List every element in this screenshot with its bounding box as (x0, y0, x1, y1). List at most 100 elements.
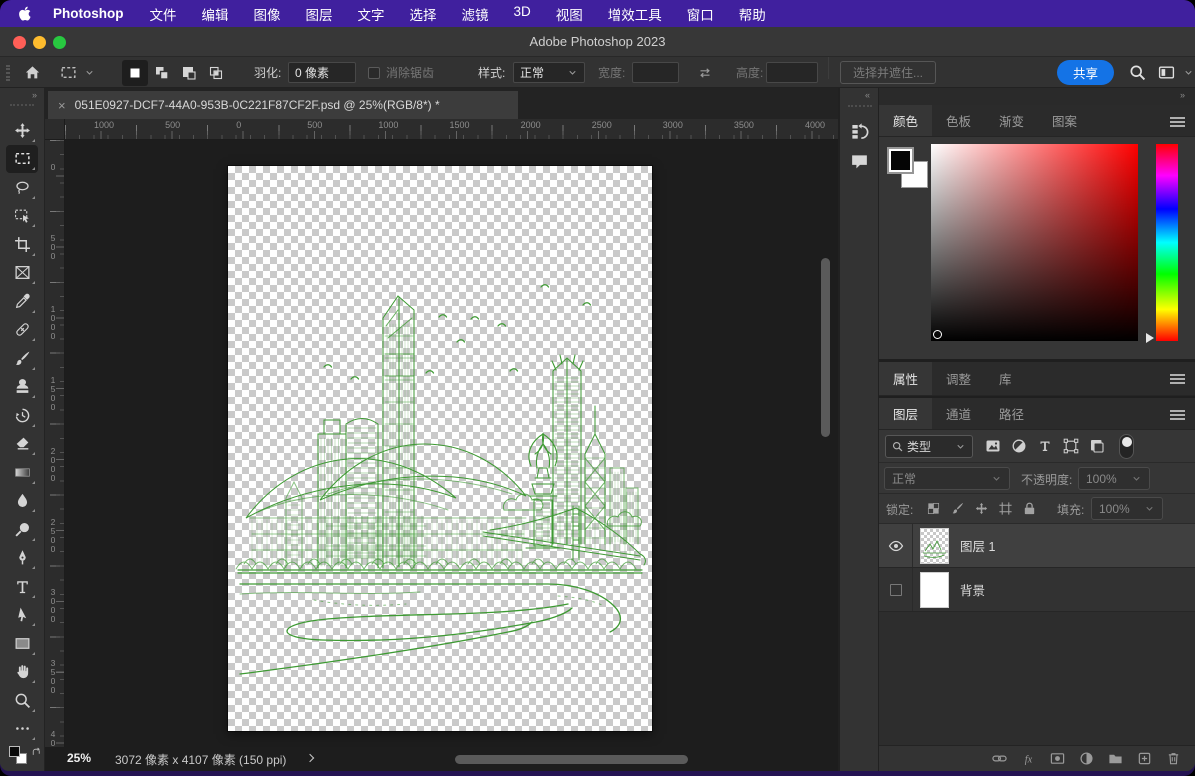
layers-tab-通道[interactable]: 通道 (932, 398, 985, 429)
add-mask-button[interactable] (1050, 751, 1065, 766)
comment-panel-button[interactable] (846, 148, 872, 174)
swap-colors-icon[interactable] (31, 747, 43, 759)
tools-grip[interactable] (10, 104, 34, 106)
tool-preset-chevron[interactable] (84, 57, 95, 88)
feather-input[interactable]: 0 像素 (288, 62, 356, 83)
properties-tab-属性[interactable]: 属性 (879, 362, 932, 395)
menu-item-4[interactable]: 文字 (358, 4, 385, 24)
tool-zoom[interactable] (6, 686, 38, 715)
layer-visibility-checkbox[interactable] (879, 568, 913, 611)
layer-row[interactable]: 背景 (879, 568, 1195, 612)
tool-path-selection[interactable] (6, 601, 38, 630)
tool-lasso[interactable] (6, 173, 38, 202)
tool-gradient[interactable] (6, 458, 38, 487)
tool-rectangular-marquee[interactable] (6, 145, 38, 174)
add-to-selection-button[interactable] (149, 60, 175, 86)
layer-effects-button[interactable]: fx (1021, 751, 1036, 766)
layer-filter-switch[interactable] (1119, 434, 1134, 459)
menu-item-3[interactable]: 图层 (306, 4, 333, 24)
layers-tab-路径[interactable]: 路径 (985, 398, 1038, 429)
fill-select[interactable]: 100% (1091, 497, 1163, 520)
tool-crop[interactable] (6, 230, 38, 259)
properties-tab-调整[interactable]: 调整 (932, 362, 985, 395)
height-input[interactable] (766, 62, 818, 83)
intersect-selection-button[interactable] (203, 60, 229, 86)
status-document-info[interactable]: 3072 像素 x 4107 像素 (150 ppi) (115, 751, 286, 768)
tool-dodge[interactable] (6, 515, 38, 544)
layers-menu-icon[interactable] (1170, 410, 1185, 422)
options-grip[interactable] (6, 65, 10, 81)
tool-spot-healing[interactable] (6, 316, 38, 345)
active-tool-icon[interactable] (60, 57, 77, 88)
smart-object-filter-button[interactable] (1089, 438, 1105, 454)
lock-move-button[interactable] (974, 501, 989, 516)
home-icon[interactable] (24, 64, 41, 81)
menu-item-10[interactable]: 窗口 (687, 4, 714, 24)
color-menu-icon[interactable] (1170, 117, 1185, 129)
layer-name[interactable]: 图层 1 (960, 536, 995, 555)
status-zoom-level[interactable]: 25% (67, 751, 91, 765)
tool-pen[interactable] (6, 544, 38, 573)
tool-blur[interactable] (6, 487, 38, 516)
collapse-panels-icon[interactable]: » (1180, 90, 1186, 100)
horizontal-ruler[interactable]: 100050005001000150020002500300035004000 (65, 119, 838, 139)
foreground-color-swatch[interactable] (9, 746, 20, 757)
properties-tab-库[interactable]: 库 (985, 362, 1026, 395)
tool-history-brush[interactable] (6, 401, 38, 430)
search-button[interactable] (1129, 57, 1146, 88)
color-field-selector[interactable] (933, 330, 942, 339)
tool-clone-stamp[interactable] (6, 373, 38, 402)
saturation-brightness-field[interactable] (931, 144, 1138, 341)
tool-brush[interactable] (6, 344, 38, 373)
workspace-chevron[interactable] (1183, 57, 1194, 88)
menu-item-1[interactable]: 编辑 (202, 4, 229, 24)
color-tab-色板[interactable]: 色板 (932, 105, 985, 136)
menu-item-9[interactable]: 增效工具 (608, 4, 662, 24)
layer-row[interactable]: 图层 1 (879, 524, 1195, 568)
tool-hand[interactable] (6, 658, 38, 687)
type-layer-filter-button[interactable] (1037, 438, 1053, 454)
canvas-vertical-scrollbar[interactable] (821, 258, 830, 437)
menu-item-5[interactable]: 选择 (410, 4, 437, 24)
new-layer-button[interactable] (1137, 751, 1152, 766)
lock-transparent-button[interactable] (926, 501, 941, 516)
workspace-icon[interactable] (1158, 64, 1175, 81)
opacity-select[interactable]: 100% (1078, 467, 1150, 490)
canvas-horizontal-scrollbar[interactable] (455, 755, 688, 764)
color-tab-渐变[interactable]: 渐变 (985, 105, 1038, 136)
vertical-ruler[interactable]: 05001000150020002500300035004000 (45, 140, 65, 747)
close-document-icon[interactable]: × (58, 98, 66, 113)
layer-visibility-eye-icon[interactable] (879, 524, 913, 567)
expand-tools-icon[interactable]: » (32, 90, 38, 100)
color-tab-图案[interactable]: 图案 (1038, 105, 1091, 136)
tool-object-selection[interactable] (6, 202, 38, 231)
layer-filter-type-select[interactable]: 类型 (885, 435, 973, 458)
apple-logo-icon[interactable] (18, 5, 33, 22)
hue-slider-pointer[interactable] (1146, 333, 1154, 343)
width-input[interactable] (632, 62, 679, 83)
link-layers-button[interactable] (992, 751, 1007, 766)
tool-eraser[interactable] (6, 430, 38, 459)
ruler-corner[interactable] (45, 119, 65, 139)
adjustment-layer-filter-button[interactable] (1011, 438, 1027, 454)
layer-thumbnail[interactable] (921, 573, 948, 607)
style-select[interactable]: 正常 (513, 62, 585, 83)
delete-layer-button[interactable] (1166, 751, 1181, 766)
layer-name[interactable]: 背景 (960, 580, 985, 599)
foreground-background-colors[interactable] (7, 745, 43, 765)
new-adjustment-layer-button[interactable] (1079, 751, 1094, 766)
menu-item-7[interactable]: 3D (514, 4, 531, 24)
document-tab[interactable]: × 051E0927-DCF7-44A0-953B-0C221F87CF2F.p… (48, 91, 518, 119)
search-icon[interactable] (1129, 64, 1146, 81)
workspace-switcher[interactable] (1158, 57, 1175, 88)
menu-item-6[interactable]: 滤镜 (462, 4, 489, 24)
rectangular-marquee-icon[interactable] (60, 64, 77, 81)
tool-type[interactable] (6, 572, 38, 601)
tool-rectangle-shape[interactable] (6, 629, 38, 658)
properties-menu-icon[interactable] (1170, 374, 1185, 386)
tool-eyedropper[interactable] (6, 287, 38, 316)
share-button[interactable]: 共享 (1057, 60, 1114, 85)
blend-mode-select[interactable]: 正常 (884, 467, 1010, 490)
tool-frame[interactable] (6, 259, 38, 288)
shape-layer-filter-button[interactable] (1063, 438, 1079, 454)
